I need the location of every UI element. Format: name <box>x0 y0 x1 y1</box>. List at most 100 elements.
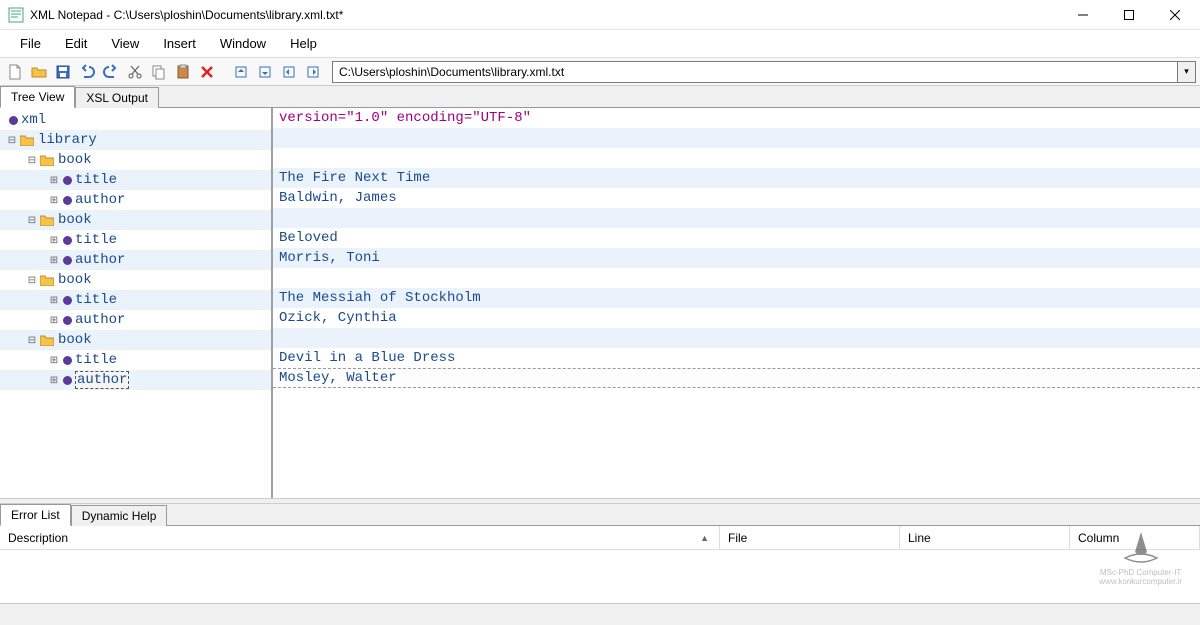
watermark-text2: www.konkurcomputer.ir <box>1099 577 1182 586</box>
expand-icon[interactable]: ⊞ <box>48 375 60 386</box>
paste-icon[interactable] <box>172 61 194 83</box>
title-bar: XML Notepad - C:\Users\ploshin\Documents… <box>0 0 1200 30</box>
tree-node-title[interactable]: ⊞title <box>0 230 271 250</box>
value-title[interactable]: Beloved <box>273 228 1200 248</box>
collapse-icon[interactable]: ⊟ <box>26 215 38 226</box>
tree-node-author[interactable]: ⊞author <box>0 250 271 270</box>
element-icon <box>63 376 72 385</box>
menu-edit[interactable]: Edit <box>53 32 99 55</box>
menu-help[interactable]: Help <box>278 32 329 55</box>
collapse-icon[interactable]: ⊟ <box>26 155 38 166</box>
error-list-body[interactable] <box>0 550 1200 603</box>
window-title: XML Notepad - C:\Users\ploshin\Documents… <box>30 8 1060 22</box>
tree-node-title[interactable]: ⊞title <box>0 290 271 310</box>
value-title[interactable]: The Messiah of Stockholm <box>273 288 1200 308</box>
path-input[interactable] <box>332 61 1178 83</box>
sort-ascending-icon: ▲ <box>700 533 709 543</box>
value-empty <box>273 268 1200 288</box>
tab-error-list[interactable]: Error List <box>0 504 71 526</box>
menu-view[interactable]: View <box>99 32 151 55</box>
expand-icon[interactable]: ⊞ <box>48 295 60 306</box>
xml-declaration-icon <box>9 116 18 125</box>
expand-icon[interactable]: ⊞ <box>48 355 60 366</box>
error-list-header: Description▲ File Line Column <box>0 526 1200 550</box>
save-icon[interactable] <box>52 61 74 83</box>
menu-insert[interactable]: Insert <box>151 32 208 55</box>
maximize-button[interactable] <box>1106 0 1152 30</box>
tree-node-book[interactable]: ⊟book <box>0 210 271 230</box>
nudge-down-icon[interactable] <box>254 61 276 83</box>
tree-node-book[interactable]: ⊟book <box>0 150 271 170</box>
value-author[interactable]: Morris, Toni <box>273 248 1200 268</box>
tab-xsl-output[interactable]: XSL Output <box>75 87 159 108</box>
collapse-icon[interactable]: ⊟ <box>26 335 38 346</box>
value-title[interactable]: Devil in a Blue Dress <box>273 348 1200 368</box>
expand-icon[interactable]: ⊞ <box>48 255 60 266</box>
path-combo: ▾ <box>332 61 1196 83</box>
content-area: xml ⊟library ⊟book ⊞title ⊞author ⊟book … <box>0 108 1200 498</box>
undo-icon[interactable] <box>76 61 98 83</box>
col-file[interactable]: File <box>720 526 900 549</box>
folder-icon <box>20 134 34 146</box>
delete-icon[interactable] <box>196 61 218 83</box>
nudge-left-icon[interactable] <box>278 61 300 83</box>
toolbar: ▾ <box>0 58 1200 86</box>
menu-file[interactable]: File <box>8 32 53 55</box>
value-pane[interactable]: version="1.0" encoding="UTF-8" The Fire … <box>273 108 1200 498</box>
value-title[interactable]: The Fire Next Time <box>273 168 1200 188</box>
tree-node-book[interactable]: ⊟book <box>0 270 271 290</box>
tree-node-library[interactable]: ⊟library <box>0 130 271 150</box>
tree-node-xml[interactable]: xml <box>0 110 271 130</box>
app-icon <box>8 7 24 23</box>
watermark-text1: MSc-PhD Computer-IT <box>1099 568 1182 577</box>
folder-icon <box>40 274 54 286</box>
collapse-icon[interactable]: ⊟ <box>26 275 38 286</box>
window-controls <box>1060 0 1198 30</box>
collapse-icon[interactable]: ⊟ <box>6 135 18 146</box>
expand-icon[interactable]: ⊞ <box>48 175 60 186</box>
nudge-up-icon[interactable] <box>230 61 252 83</box>
value-empty <box>273 128 1200 148</box>
element-icon <box>63 356 72 365</box>
value-empty <box>273 208 1200 228</box>
tab-dynamic-help[interactable]: Dynamic Help <box>71 505 168 526</box>
col-description[interactable]: Description▲ <box>0 526 720 549</box>
element-icon <box>63 176 72 185</box>
menu-window[interactable]: Window <box>208 32 278 55</box>
main-tabstrip: Tree View XSL Output <box>0 86 1200 108</box>
cut-icon[interactable] <box>124 61 146 83</box>
expand-icon[interactable]: ⊞ <box>48 315 60 326</box>
value-author[interactable]: Ozick, Cynthia <box>273 308 1200 328</box>
element-icon <box>63 236 72 245</box>
value-xml-decl[interactable]: version="1.0" encoding="UTF-8" <box>273 108 1200 128</box>
copy-icon[interactable] <box>148 61 170 83</box>
minimize-button[interactable] <box>1060 0 1106 30</box>
status-bar <box>0 603 1200 625</box>
element-icon <box>63 296 72 305</box>
tree-node-title[interactable]: ⊞title <box>0 170 271 190</box>
value-author[interactable]: Baldwin, James <box>273 188 1200 208</box>
redo-icon[interactable] <box>100 61 122 83</box>
folder-icon <box>40 214 54 226</box>
expand-icon[interactable]: ⊞ <box>48 195 60 206</box>
tree-node-title[interactable]: ⊞title <box>0 350 271 370</box>
menu-bar: File Edit View Insert Window Help <box>0 30 1200 58</box>
new-file-icon[interactable] <box>4 61 26 83</box>
tree-pane[interactable]: xml ⊟library ⊟book ⊞title ⊞author ⊟book … <box>0 108 273 498</box>
tree-node-author-selected[interactable]: ⊞author <box>0 370 271 390</box>
path-dropdown-button[interactable]: ▾ <box>1178 61 1196 83</box>
tree-node-author[interactable]: ⊞author <box>0 310 271 330</box>
element-icon <box>63 316 72 325</box>
expand-icon[interactable]: ⊞ <box>48 235 60 246</box>
col-line[interactable]: Line <box>900 526 1070 549</box>
tree-node-author[interactable]: ⊞author <box>0 190 271 210</box>
tree-node-book[interactable]: ⊟book <box>0 330 271 350</box>
element-icon <box>63 256 72 265</box>
folder-icon <box>40 334 54 346</box>
open-file-icon[interactable] <box>28 61 50 83</box>
nudge-right-icon[interactable] <box>302 61 324 83</box>
close-button[interactable] <box>1152 0 1198 30</box>
tab-tree-view[interactable]: Tree View <box>0 86 75 108</box>
value-empty <box>273 148 1200 168</box>
value-author-selected[interactable]: Mosley, Walter <box>273 368 1200 388</box>
